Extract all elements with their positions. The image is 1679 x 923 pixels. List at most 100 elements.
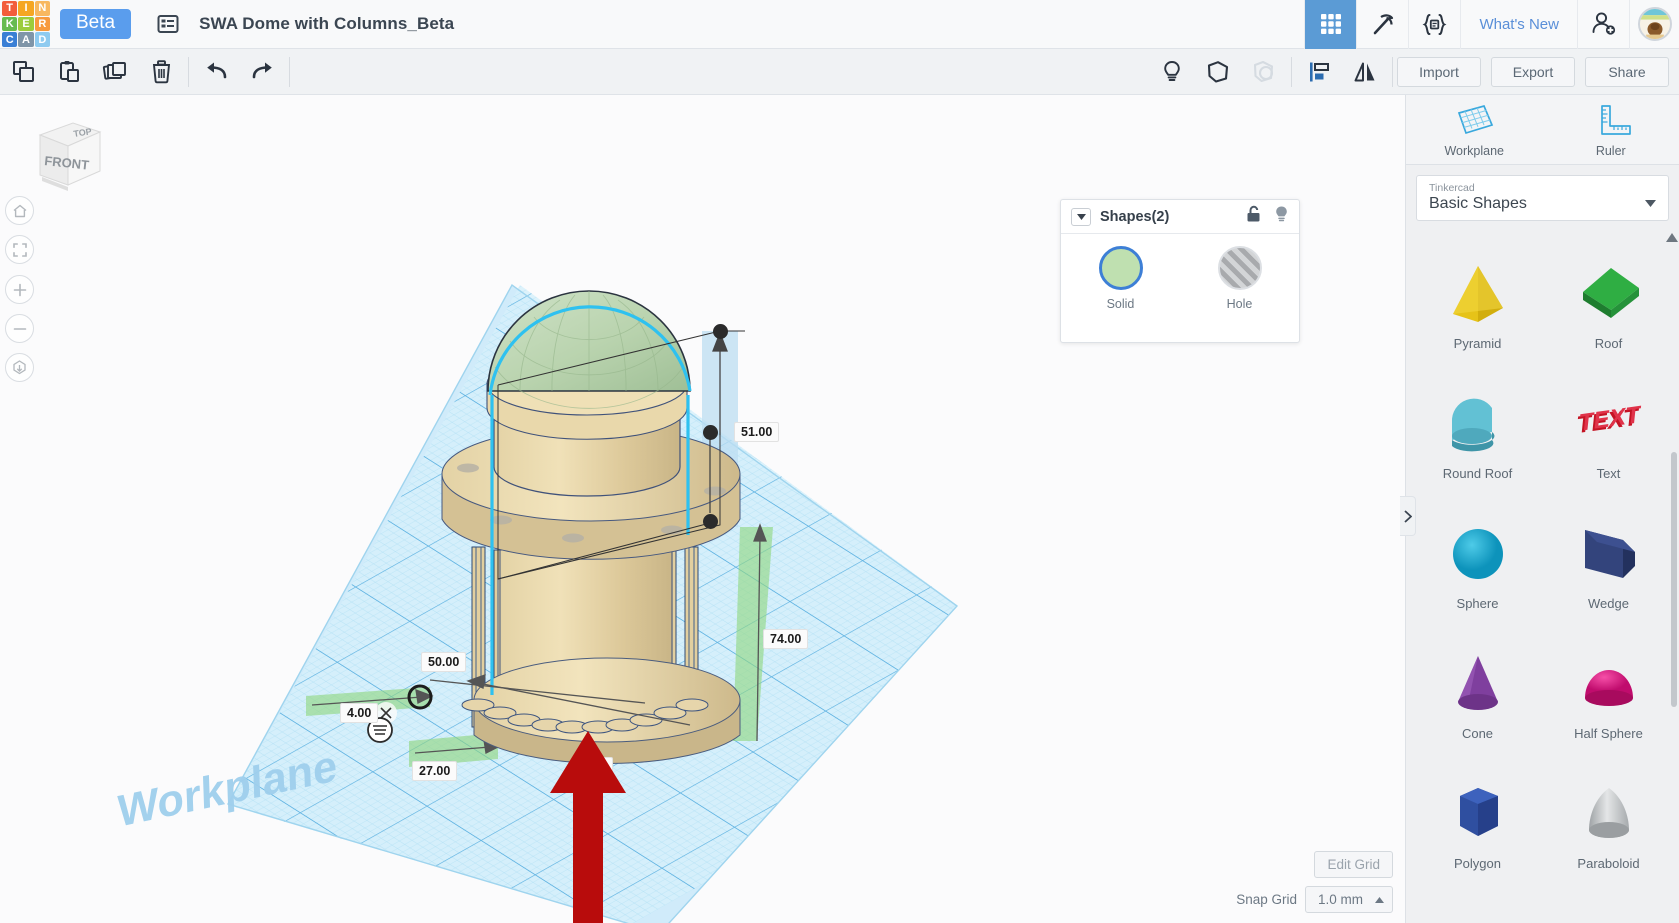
align-icon[interactable] [1296,49,1342,95]
person-add-icon[interactable] [1577,0,1629,49]
edit-grid-button[interactable]: Edit Grid [1314,851,1393,878]
document-title[interactable]: SWA Dome with Columns_Beta [199,14,454,34]
shapes-properties-panel: Shapes(2) Solid Hole [1060,199,1300,343]
undo-icon[interactable] [193,49,239,95]
dimension-badge-50b[interactable]: 50 [585,757,613,777]
chevron-up-icon [1375,896,1384,903]
logo-tile-t: T [2,1,18,16]
zoom-out-button[interactable] [5,314,34,343]
toolbar-divider-2 [289,56,290,87]
shape-label: Round Roof [1442,465,1513,481]
chevron-down-icon[interactable] [1071,207,1091,226]
dimension-badge-4[interactable]: 4.00 [340,703,379,723]
sidebar-tools: Workplane Ruler [1406,95,1679,165]
shape-item-text[interactable]: TEXT TEXT Text [1543,369,1674,499]
shape-label: Polygon [1454,855,1501,871]
hole-option[interactable]: Hole [1180,246,1299,311]
right-sidebar: Workplane Ruler Tinkercad Basic Shapes P… [1405,95,1679,923]
logo-tile-a: A [18,32,34,47]
redo-icon[interactable] [239,49,285,95]
shape-library-grid: Pyramid Roof Round Roof TEXT TEXT Text S… [1406,229,1679,923]
delete-icon[interactable] [138,49,184,95]
grid-apps-icon[interactable] [1304,0,1357,49]
shape-label: Cone [1461,725,1494,741]
top-bar: TIN KER CAD Beta SWA Dome with Columns_Bet… [0,0,1679,49]
whats-new-link[interactable]: What's New [1460,0,1577,49]
paste-icon[interactable] [46,49,92,95]
shape-label: Wedge [1588,595,1629,611]
library-provider: Tinkercad [1429,181,1475,194]
dimension-badge-74[interactable]: 74.00 [763,629,809,649]
design-canvas[interactable]: Workplane 51.00 74.00 50.00 4.00 27.00 5… [0,95,1405,923]
panel-collapse-toggle[interactable] [1400,496,1416,536]
workplane-tool-label: Workplane [1444,143,1505,158]
workplane-icon [1458,104,1494,134]
projection-toggle-button[interactable] [5,353,34,382]
snap-grid-value: 1.0 mm [1317,892,1363,907]
copy-icon[interactable] [0,49,46,95]
export-button[interactable]: Export [1491,56,1575,87]
shape-item-cone[interactable]: Cone [1412,629,1543,759]
logo-tile-d: D [34,32,50,47]
logo-tile-c: C [2,32,18,47]
avatar-wrapper[interactable] [1629,0,1679,49]
shape-item-pyramid[interactable]: Pyramid [1412,239,1543,369]
sidebar-scrollbar[interactable] [1671,237,1677,923]
dimension-badge-51[interactable]: 51.00 [734,422,780,442]
chevron-down-icon[interactable] [1645,194,1656,212]
view-cube[interactable]: TOP FRONT [18,113,104,193]
shape-library-select[interactable]: Tinkercad Basic Shapes [1416,175,1669,221]
lightbulb-icon[interactable] [1149,49,1195,95]
workplane-tool[interactable]: Workplane [1406,95,1543,164]
hole-label: Hole [1226,297,1253,311]
shape-item-round-roof[interactable]: Round Roof [1412,369,1543,499]
logo-tile-e: E [18,16,34,32]
logo-tile-n: N [34,1,50,16]
shape-label: Roof [1594,335,1623,351]
import-button[interactable]: Import [1397,56,1481,87]
solid-option[interactable]: Solid [1061,246,1180,311]
fit-view-button[interactable] [5,235,34,264]
lightbulb-icon[interactable] [1274,205,1289,229]
shape-item-polygon[interactable]: Polygon [1412,759,1543,889]
list-icon[interactable] [153,9,183,39]
shape-label: Paraboloid [1577,855,1640,871]
solid-swatch[interactable] [1098,246,1143,290]
shapes-panel-header: Shapes(2) [1061,200,1299,234]
home-view-button[interactable] [5,196,34,225]
tinkercad-logo[interactable]: TIN KER CAD [2,1,50,47]
shape-label: Pyramid [1453,335,1502,351]
dimension-badge-50[interactable]: 50.00 [421,652,467,672]
logo-tile-k: K [2,16,18,32]
codeblocks-icon[interactable] [1408,0,1460,49]
hole-swatch[interactable] [1217,246,1262,290]
mirror-icon[interactable] [1342,49,1388,95]
zoom-in-button[interactable] [5,275,34,304]
shape-label: Sphere [1456,595,1499,611]
group-icon[interactable] [1195,49,1241,95]
logo-tile-r: R [34,16,50,32]
duplicate-icon[interactable] [92,49,138,95]
logo-tile-i: I [18,1,34,16]
shape-item-roof[interactable]: Roof [1543,239,1674,369]
snap-grid-row: Snap Grid 1.0 mm [1236,886,1393,913]
resize-handle-mid[interactable] [703,425,718,440]
share-button[interactable]: Share [1585,56,1669,87]
resize-handle-bottom[interactable] [703,514,718,529]
resize-handle-top[interactable] [713,324,728,339]
ruler-tool[interactable]: Ruler [1543,95,1679,164]
dimension-badge-27[interactable]: 27.00 [412,761,458,781]
ungroup-icon[interactable] [1241,49,1287,95]
shape-item-paraboloid[interactable]: Paraboloid [1543,759,1674,889]
ruler-tool-label: Ruler [1595,143,1626,158]
pickaxe-icon[interactable] [1356,0,1408,49]
shape-item-sphere[interactable]: Sphere [1412,499,1543,629]
unlock-icon[interactable] [1245,205,1262,228]
beta-button[interactable]: Beta [60,8,132,40]
scrollbar-thumb[interactable] [1671,452,1677,707]
shape-item-wedge[interactable]: Wedge [1543,499,1674,629]
shape-item-half-sphere[interactable]: Half Sphere [1543,629,1674,759]
snap-grid-select[interactable]: 1.0 mm [1304,886,1393,913]
shape-label: Half Sphere [1574,725,1643,741]
avatar[interactable] [1637,7,1672,41]
